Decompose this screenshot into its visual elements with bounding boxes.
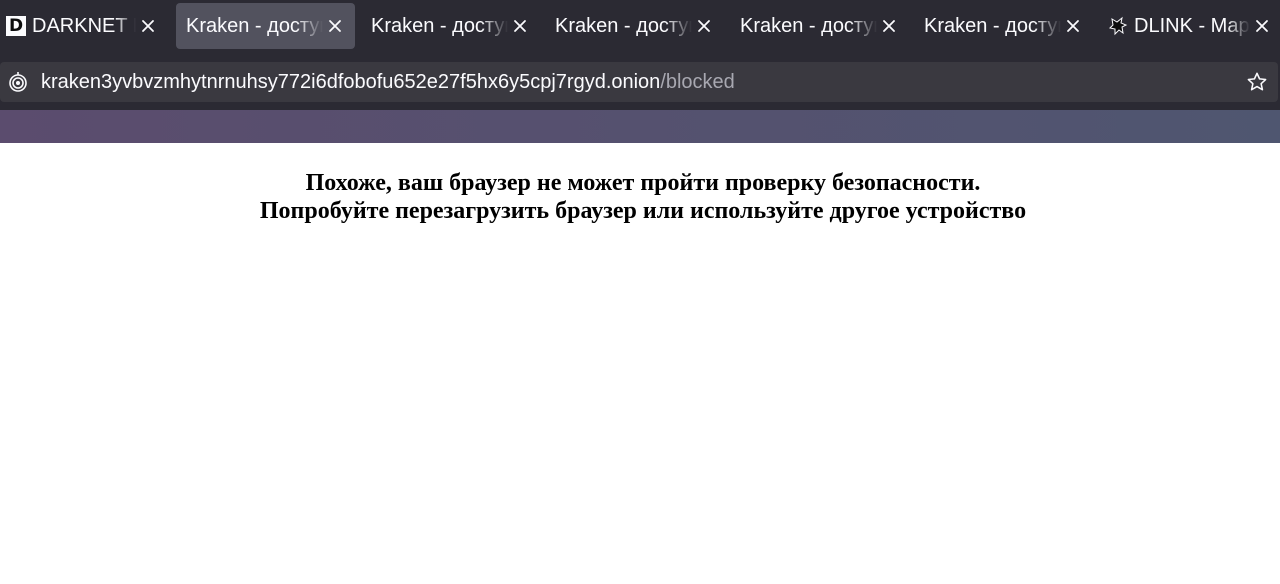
page-header-banner [0, 110, 1280, 143]
url-text[interactable]: kraken3yvbvzmhytnrnuhsy772i6dfobofu652e2… [41, 71, 735, 94]
url-path: /blocked [660, 70, 735, 93]
page-content: Похоже, ваш браузер не может пройти пров… [0, 143, 1280, 584]
close-icon[interactable] [140, 18, 156, 34]
url-host: kraken3yvbvzmhytnrnuhsy772i6dfobofu652e2… [41, 70, 661, 93]
close-icon[interactable] [1065, 18, 1081, 34]
paw-icon [1108, 16, 1128, 36]
tab-dlink-map[interactable]: DLINK - Map [1100, 3, 1280, 49]
close-icon[interactable] [881, 18, 897, 34]
close-icon[interactable] [327, 18, 343, 34]
close-icon[interactable] [1254, 18, 1270, 34]
blocked-message-line-2: Попробуйте перезагрузить браузер или исп… [259, 198, 1027, 224]
tab-title: Kraken - доступ [555, 14, 692, 37]
address-bar[interactable]: kraken3yvbvzmhytnrnuhsy772i6dfobofu652e2… [0, 62, 1278, 102]
star-icon[interactable] [1246, 71, 1268, 93]
tab-kraken-4[interactable]: Kraken - доступ [730, 3, 909, 49]
tab-bar: D DARKNET DLINK Kraken - доступ Kraken -… [0, 0, 1280, 54]
tab-title: Kraken - доступ [740, 14, 877, 37]
tab-kraken-3[interactable]: Kraken - доступ [545, 3, 724, 49]
close-icon[interactable] [512, 18, 528, 34]
navigation-toolbar: kraken3yvbvzmhytnrnuhsy772i6dfobofu652e2… [0, 54, 1280, 110]
tab-kraken-5[interactable]: Kraken - доступ [914, 3, 1093, 49]
tab-title: Kraken - доступ [371, 14, 508, 37]
tab-title: Kraken - доступ [186, 14, 323, 37]
tab-title: DLINK - Map [1134, 14, 1250, 37]
tab-kraken-1[interactable]: Kraken - доступ [176, 3, 355, 49]
tab-title: Kraken - доступ [924, 14, 1061, 37]
tab-darknet-dlink[interactable]: D DARKNET DLINK [0, 3, 162, 49]
close-icon[interactable] [696, 18, 712, 34]
onion-icon[interactable] [7, 71, 29, 93]
tab-title: DARKNET DLINK [32, 14, 136, 37]
blocked-message-line-1: Похоже, ваш браузер не может пройти пров… [305, 170, 981, 196]
tab-kraken-2[interactable]: Kraken - доступ [361, 3, 540, 49]
tab-favicon: D [6, 16, 26, 36]
blocked-message: Похоже, ваш браузер не может пройти пров… [0, 169, 1280, 225]
